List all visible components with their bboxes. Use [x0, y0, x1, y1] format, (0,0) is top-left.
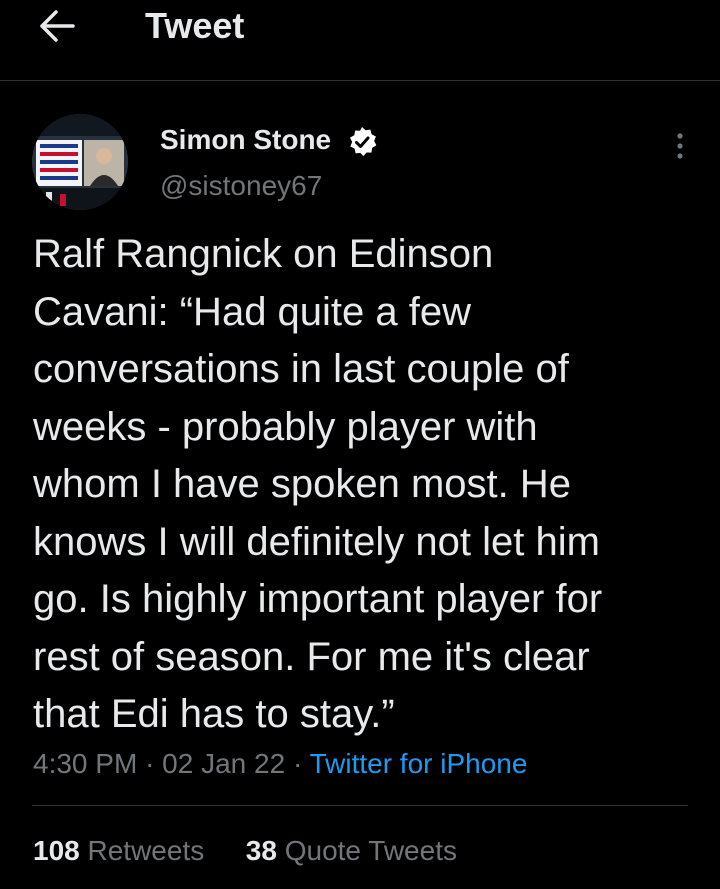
author-handle[interactable]: @sistoney67 — [160, 168, 322, 204]
avatar-image — [32, 114, 128, 210]
avatar[interactable] — [32, 114, 128, 210]
retweets-label: Retweets — [87, 835, 205, 866]
tweet-text: Ralf Rangnick on Edinson Cavani: “Had qu… — [33, 232, 603, 736]
tweet-meta: 4:30 PM · 02 Jan 22 · Twitter for iPhone — [33, 744, 527, 784]
top-bar: Tweet — [0, 0, 720, 81]
tweet-time[interactable]: 4:30 PM — [33, 748, 137, 779]
tweet-source-link[interactable]: Twitter for iPhone — [310, 748, 528, 779]
more-options-button[interactable] — [660, 124, 700, 168]
verified-badge-icon — [350, 127, 377, 157]
page-title: Tweet — [145, 5, 245, 46]
retweets-count: 108 — [33, 835, 80, 866]
meta-separator: · — [292, 748, 303, 779]
author-display-name[interactable]: Simon Stone — [160, 122, 331, 158]
meta-separator: · — [145, 748, 155, 779]
tweet-stats: 108 Retweets 38 Quote Tweets — [33, 832, 457, 870]
tweet-date[interactable]: 02 Jan 22 — [162, 748, 285, 779]
divider — [32, 805, 688, 806]
quote-tweets-stat[interactable]: 38 Quote Tweets — [246, 835, 457, 866]
arrow-left-icon — [40, 10, 75, 42]
quote-tweets-count: 38 — [245, 835, 277, 866]
quote-tweets-label: Quote Tweets — [284, 835, 457, 866]
more-vertical-icon — [677, 133, 683, 159]
retweets-stat[interactable]: 108 Retweets — [33, 835, 204, 866]
back-button[interactable] — [34, 6, 78, 46]
